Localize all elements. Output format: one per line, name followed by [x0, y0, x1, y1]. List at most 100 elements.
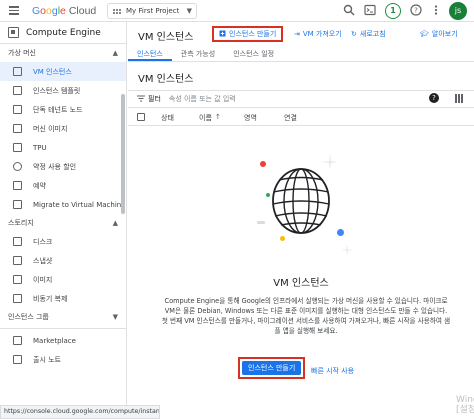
decor-dot-yellow [280, 236, 285, 241]
filter-icon [137, 95, 145, 104]
sidebar-item-sole-tenant-nodes[interactable]: 단독 테넌트 노드 [0, 100, 126, 119]
filter-input[interactable]: 속성 이름 또는 값 입력 [169, 94, 236, 104]
sidebar-item-marketplace[interactable]: Marketplace [0, 331, 126, 350]
main-content: VM 인스턴스 인스턴스 만들기 ⇥ VM 가져오기 ↻ 새로고침 🎓︎ 알아보… [128, 22, 474, 419]
svg-text:?: ? [414, 7, 418, 15]
tab-instances[interactable]: 인스턴스 [128, 47, 172, 61]
section-title: VM 인스턴스 [138, 74, 194, 85]
refresh-button[interactable]: ↻ 새로고침 [351, 26, 386, 42]
sidebar-item-label: 비동기 복제 [33, 294, 68, 303]
avatar[interactable]: js [449, 2, 467, 20]
sidebar-header: Compute Engine [0, 22, 126, 44]
sidebar-item-label: 출시 노트 [33, 355, 61, 364]
sidebar-item-tpu[interactable]: TPU [0, 138, 126, 157]
table-header: 상태 이름 ↑ 영역 연결 [128, 109, 474, 126]
sidebar-item-migrate[interactable]: Migrate to Virtual Machin... [0, 195, 126, 214]
sidebar-scrollbar[interactable] [121, 94, 125, 214]
more-vert-icon[interactable] [429, 4, 443, 18]
filter-label: 필터 [148, 95, 161, 103]
node-icon [13, 105, 22, 114]
sidebar-item-label: 스냅샷 [33, 256, 53, 265]
empty-state-title: VM 인스턴스 [273, 278, 329, 289]
compute-engine-icon [8, 27, 19, 38]
create-instance-primary-button[interactable]: 인스턴스 만들기 [242, 361, 302, 375]
globe-illustration-icon [272, 168, 330, 234]
sidebar-item-machine-images[interactable]: 머신 이미지 [0, 119, 126, 138]
column-connect[interactable]: 연결 [284, 113, 297, 123]
vm-instance-icon [13, 67, 22, 76]
chevron-down-icon: ▼ [186, 7, 192, 15]
migrate-icon [13, 200, 22, 209]
template-icon [13, 86, 22, 95]
page-title: VM 인스턴스 [138, 32, 194, 43]
google-cloud-logo[interactable]: Google Cloud [32, 5, 96, 17]
sidebar-item-label: VM 인스턴스 [33, 67, 72, 76]
sidebar-item-label: Migrate to Virtual Machin... [33, 200, 126, 209]
section-virtual-machines[interactable]: 가상 머신 ▲ [0, 44, 126, 62]
column-zone[interactable]: 영역 [244, 113, 257, 123]
image-icon [13, 275, 22, 284]
section-instance-groups[interactable]: 인스턴스 그룹 ▼ [0, 308, 126, 326]
tab-instance-schedules[interactable]: 인스턴스 일정 [224, 47, 283, 61]
sidebar-item-async-replication[interactable]: 비동기 복제 [0, 289, 126, 308]
sort-up-icon[interactable]: ↑ [215, 113, 221, 121]
decor-sparkle-icon [341, 244, 353, 256]
section-storage[interactable]: 스토리지 ▲ [0, 214, 126, 232]
import-vm-label: VM 가져오기 [302, 30, 342, 38]
create-instance-primary-highlight: 인스턴스 만들기 [238, 357, 306, 379]
sidebar-item-label: 단독 테넌트 노드 [33, 105, 83, 114]
sidebar-item-vm-instances[interactable]: VM 인스턴스 [0, 62, 126, 81]
release-notes-icon [13, 355, 22, 364]
import-vm-button[interactable]: ⇥ VM 가져오기 [294, 26, 342, 42]
sidebar-item-release-notes[interactable]: 출시 노트 [0, 350, 126, 369]
decor-dot-green [266, 193, 270, 197]
sidebar-item-label: 디스크 [33, 237, 53, 246]
sidebar-item-label: Marketplace [33, 336, 76, 345]
help-icon[interactable]: ? [409, 4, 423, 18]
empty-state-description: Compute Engine을 통해 Google의 인프라에서 실행되는 가상… [161, 297, 451, 335]
sidebar-item-reservations[interactable]: 예약 [0, 176, 126, 195]
sidebar-item-instance-templates[interactable]: 인스턴스 템플릿 [0, 81, 126, 100]
quickstart-link[interactable]: 빠른 시작 사용 [311, 366, 354, 376]
sidebar-item-committed-use[interactable]: 약정 사용 할인 [0, 157, 126, 176]
column-status[interactable]: 상태 [161, 113, 174, 123]
watermark-line: [설정 [456, 405, 474, 415]
project-name: My First Project [126, 7, 180, 15]
sidebar-title: Compute Engine [26, 27, 101, 38]
machine-image-icon [13, 124, 22, 133]
decor-dash [257, 221, 265, 224]
refresh-icon: ↻ [351, 30, 357, 38]
menu-icon[interactable] [7, 3, 23, 19]
project-selector[interactable]: My First Project ▼ [107, 3, 197, 19]
watermark-line: Winc [456, 395, 474, 405]
snapshot-icon [13, 256, 22, 265]
tab-observability[interactable]: 관측 가능성 [172, 47, 224, 61]
sidebar-item-label: 인스턴스 템플릿 [33, 86, 81, 95]
help-icon[interactable]: ? [429, 93, 439, 103]
sidebar-item-label: 이미지 [33, 275, 53, 284]
filter-bar[interactable]: 필터 속성 이름 또는 값 입력 ? [128, 90, 474, 108]
sidebar-item-label: TPU [33, 143, 47, 152]
create-instance-label: 인스턴스 만들기 [229, 30, 277, 38]
column-display-icon[interactable] [455, 94, 463, 103]
sidebar-item-disks[interactable]: 디스크 [0, 232, 126, 251]
cloud-shell-icon[interactable] [363, 4, 377, 18]
school-icon: 🎓︎ [420, 30, 429, 38]
chevron-up-icon: ▲ [112, 219, 118, 227]
sidebar-item-images[interactable]: 이미지 [0, 270, 126, 289]
tpu-icon [13, 143, 22, 152]
calendar-icon [13, 181, 22, 190]
notification-badge[interactable]: 1 [385, 3, 401, 19]
column-name[interactable]: 이름 [199, 113, 212, 123]
sidebar-item-label: 머신 이미지 [33, 124, 68, 133]
logo-cloud: Cloud [68, 4, 97, 17]
replication-icon [13, 294, 22, 303]
select-all-checkbox[interactable] [137, 113, 145, 121]
section-label: 스토리지 [8, 219, 34, 227]
learn-button[interactable]: 🎓︎ 알아보기 [420, 26, 458, 42]
search-icon[interactable] [342, 4, 356, 18]
sidebar-item-snapshots[interactable]: 스냅샷 [0, 251, 126, 270]
chevron-down-icon: ▼ [112, 313, 118, 321]
windows-activation-watermark: Winc [설정 [456, 395, 474, 415]
create-instance-button[interactable]: 인스턴스 만들기 [212, 26, 284, 42]
